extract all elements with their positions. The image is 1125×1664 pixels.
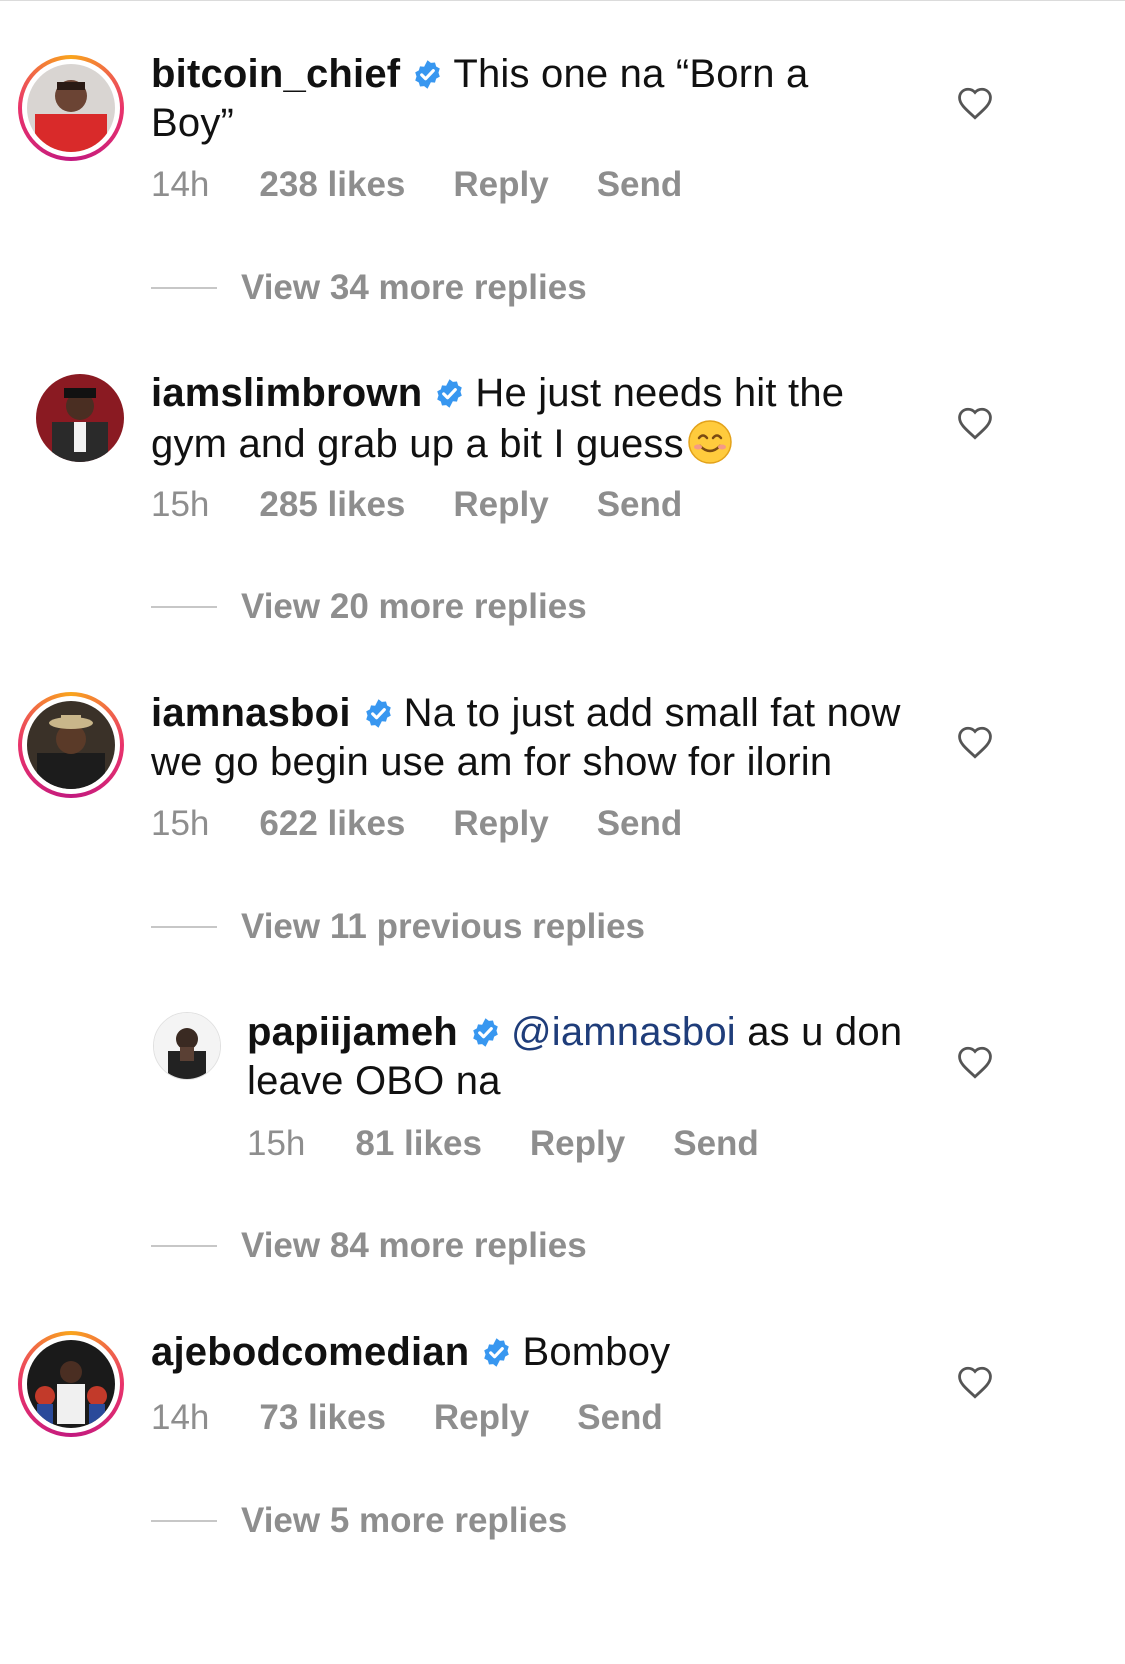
send-button[interactable]: Send: [577, 1398, 663, 1437]
comment-text: iamnasboi Na to just add small fat now we…: [151, 691, 901, 784]
comment-username[interactable]: iamnasboi: [151, 691, 351, 735]
avatar[interactable]: [153, 1012, 221, 1080]
verified-badge-icon: [365, 699, 391, 728]
mention-link[interactable]: @iamnasboi: [511, 1010, 736, 1054]
likes-count[interactable]: 238 likes: [259, 165, 405, 204]
replies-divider: [151, 926, 217, 928]
likes-count[interactable]: 73 likes: [259, 1398, 386, 1437]
comment-text: papiijameh @iamnasboi as u don leave OBO …: [247, 1010, 903, 1103]
view-replies-link[interactable]: View 34 more replies: [241, 268, 587, 308]
heart-icon[interactable]: [956, 725, 994, 759]
avatar[interactable]: [27, 64, 115, 152]
view-previous-replies-link[interactable]: View 11 previous replies: [241, 907, 645, 947]
send-button[interactable]: Send: [597, 804, 683, 843]
heart-icon[interactable]: [956, 1365, 994, 1399]
send-button[interactable]: Send: [673, 1124, 759, 1163]
comment-text: iamslimbrown He just needs hit the gym an…: [151, 371, 845, 466]
comment-meta: 15h 285 likes Reply Send: [151, 485, 730, 525]
comment-username[interactable]: bitcoin_chief: [151, 52, 400, 96]
smiling-face-emoji: [688, 420, 732, 464]
view-replies-link[interactable]: View 20 more replies: [241, 587, 587, 627]
comment-text: ajebodcomedian Bomboy: [151, 1330, 671, 1374]
comment-time: 14h: [151, 1398, 210, 1437]
send-button[interactable]: Send: [597, 485, 683, 524]
avatar[interactable]: [36, 374, 124, 462]
comment-time: 15h: [151, 485, 210, 524]
send-button[interactable]: Send: [597, 165, 683, 204]
verified-badge-icon: [473, 1018, 498, 1047]
replies-divider: [151, 287, 217, 289]
replies-divider: [151, 1245, 217, 1247]
likes-count[interactable]: 81 likes: [355, 1124, 482, 1163]
verified-badge-icon: [437, 379, 463, 408]
comment-meta: 14h 73 likes Reply Send: [151, 1398, 711, 1438]
comment-time: 15h: [151, 804, 210, 843]
comment-time: 14h: [151, 165, 210, 204]
replies-divider: [151, 1520, 217, 1522]
heart-icon[interactable]: [956, 406, 994, 440]
top-divider: [0, 0, 1125, 1]
verified-badge-icon: [484, 1338, 510, 1367]
replies-divider: [151, 606, 217, 608]
comment-meta: 15h 81 likes Reply Send: [247, 1124, 807, 1164]
comment-username[interactable]: iamslimbrown: [151, 371, 422, 415]
view-replies-link[interactable]: View 84 more replies: [241, 1226, 587, 1266]
comment-username[interactable]: ajebodcomedian: [151, 1330, 469, 1374]
likes-count[interactable]: 622 likes: [259, 804, 405, 843]
comment-meta: 14h 238 likes Reply Send: [151, 165, 730, 205]
likes-count[interactable]: 285 likes: [259, 485, 405, 524]
heart-icon[interactable]: [956, 86, 994, 120]
reply-button[interactable]: Reply: [453, 165, 548, 204]
reply-button[interactable]: Reply: [434, 1398, 529, 1437]
comment-meta: 15h 622 likes Reply Send: [151, 804, 730, 844]
verified-badge-icon: [415, 60, 441, 89]
avatar[interactable]: [27, 1340, 115, 1428]
reply-button[interactable]: Reply: [530, 1124, 625, 1163]
view-replies-link[interactable]: View 5 more replies: [241, 1501, 567, 1541]
comment-text: bitcoin_chief This one na “Born a Boy”: [151, 52, 809, 145]
reply-button[interactable]: Reply: [453, 804, 548, 843]
comment-username[interactable]: papiijameh: [247, 1010, 458, 1054]
reply-button[interactable]: Reply: [453, 485, 548, 524]
heart-icon[interactable]: [956, 1045, 994, 1079]
comment-time: 15h: [247, 1124, 306, 1163]
avatar[interactable]: [27, 701, 115, 789]
